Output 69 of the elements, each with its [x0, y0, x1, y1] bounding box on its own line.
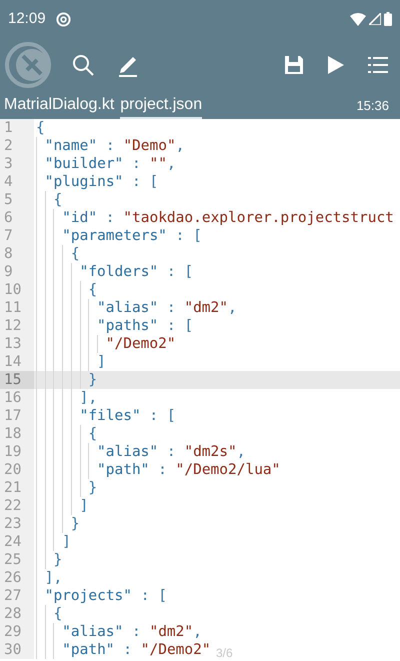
code-line: } [34, 371, 98, 389]
line-number: 26 [0, 569, 34, 587]
code-line: ] [34, 533, 71, 551]
wifi-icon [350, 12, 366, 26]
file-tab[interactable]: project.json [120, 95, 202, 119]
code-line: "alias" : "dm2s", [34, 443, 246, 461]
code-line: "path" : "/Demo2" [34, 641, 211, 659]
line-number: 8 [0, 245, 34, 263]
line-number: 19 [0, 443, 34, 461]
code-line: { [34, 245, 80, 263]
code-line: ], [34, 389, 98, 407]
line-number: 15 [0, 371, 34, 389]
line-number: 21 [0, 479, 34, 497]
code-line: "files" : [ [34, 407, 176, 425]
code-line: "alias" : "dm2", [34, 623, 202, 641]
line-number: 6 [0, 209, 34, 227]
play-icon [328, 56, 344, 74]
code-line: } [34, 551, 62, 569]
line-number: 12 [0, 317, 34, 335]
code-line: "folders" : [ [34, 263, 194, 281]
line-number: 7 [0, 227, 34, 245]
line-number: 27 [0, 587, 34, 605]
battery-icon [384, 12, 392, 26]
line-number: 17 [0, 407, 34, 425]
line-number: 14 [0, 353, 34, 371]
code-line: "parameters" : [ [34, 227, 202, 245]
line-number: 10 [0, 281, 34, 299]
line-number: 2 [0, 137, 34, 155]
line-number: 5 [0, 191, 34, 209]
code-line: "alias" : "dm2", [34, 299, 237, 317]
code-line: { [34, 605, 62, 623]
code-line: "projects" : [ [34, 587, 167, 605]
line-number: 20 [0, 461, 34, 479]
code-line: "path" : "/Demo2/lua" [34, 461, 280, 479]
line-number: 1 [0, 119, 34, 137]
line-number: 29 [0, 623, 34, 641]
line-number: 22 [0, 497, 34, 515]
line-number: 24 [0, 533, 34, 551]
code-line: { [34, 425, 98, 443]
code-line: { [34, 281, 98, 299]
line-number: 28 [0, 605, 34, 623]
file-tab[interactable]: MatrialDialog.kt [4, 95, 114, 119]
search-icon [71, 53, 95, 77]
code-line: "plugins" : [ [34, 173, 158, 191]
line-number: 11 [0, 299, 34, 317]
line-number: 13 [0, 335, 34, 353]
code-line: ], [34, 569, 62, 587]
code-line: { [34, 191, 62, 209]
line-number: 9 [0, 263, 34, 281]
line-number: 23 [0, 515, 34, 533]
line-number: 18 [0, 425, 34, 443]
code-line: } [34, 479, 98, 497]
line-number: 3 [0, 155, 34, 173]
code-line: "builder" : "", [34, 155, 176, 173]
line-number: 16 [0, 389, 34, 407]
code-line: "id" : "taokdao.explorer.projectstruct [34, 209, 394, 227]
signal-icon [369, 13, 381, 25]
list-icon [368, 56, 388, 74]
line-number: 25 [0, 551, 34, 569]
code-line: "/Demo2" [34, 335, 176, 353]
code-line: ] [34, 497, 88, 515]
code-line: "name" : "Demo", [34, 137, 184, 155]
code-line: { [35, 119, 45, 137]
status-time: 12:09 [8, 8, 46, 29]
code-line: "paths" : [ [34, 317, 194, 335]
tab-bar-time: 15:36 [356, 96, 389, 115]
code-line: } [34, 515, 80, 533]
line-number: 4 [0, 173, 34, 191]
line-number: 30 [0, 641, 34, 659]
